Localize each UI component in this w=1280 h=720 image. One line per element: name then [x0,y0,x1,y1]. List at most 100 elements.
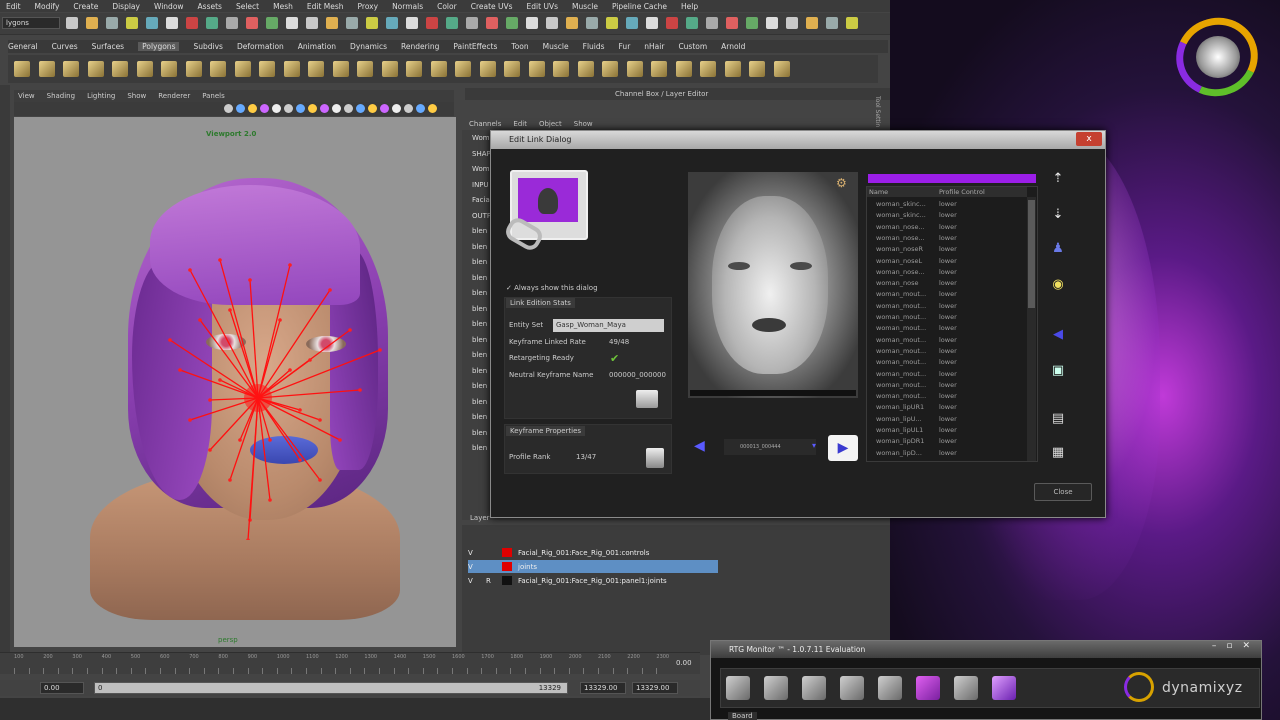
shelf-tab[interactable]: Subdivs [193,42,222,51]
anim-end-field[interactable]: 13329.00 [632,682,678,694]
list-scroll-thumb[interactable] [1028,200,1035,308]
viewport-tool-icon[interactable] [308,104,317,113]
polygon-tool-icon[interactable] [528,61,545,77]
shelf-tab[interactable]: General [8,42,38,51]
list-item[interactable]: woman_skinc... lower [876,211,1026,222]
status-tool-icon[interactable] [426,17,438,29]
list-item[interactable]: woman_mout... lower [876,290,1026,301]
list-item[interactable]: woman_mout... lower [876,336,1026,347]
rig-joint[interactable] [208,398,212,402]
shelf-tab[interactable]: PaintEffects [453,42,497,51]
viewport-tool-icon[interactable] [404,104,413,113]
status-tool-icon[interactable] [826,17,838,29]
video-timebar[interactable] [690,390,856,396]
viewport-tool-icon[interactable] [380,104,389,113]
menu-item[interactable]: Proxy [358,2,379,11]
status-tool-icon[interactable] [126,17,138,29]
range-start-field[interactable]: 0.00 [40,682,84,694]
status-tool-icon[interactable] [226,17,238,29]
status-tool-icon[interactable] [846,17,858,29]
menu-item[interactable]: Pipeline Cache [612,2,667,11]
list-item[interactable]: woman_lipUL1 lower [876,426,1026,437]
rig-joint[interactable] [378,348,382,352]
list-item[interactable]: woman_mout... lower [876,381,1026,392]
rig-joint[interactable] [188,418,192,422]
status-tool-icon[interactable] [646,17,658,29]
channel-menu-item[interactable]: Edit [513,120,527,128]
viewport-menu-item[interactable]: Renderer [158,92,190,100]
rig-joint[interactable] [308,358,312,362]
export-icon[interactable]: ▦ [1044,440,1072,466]
rig-joint[interactable] [188,268,192,272]
rig-joint[interactable] [338,438,342,442]
rig-joint[interactable] [318,418,322,422]
shelf-tab[interactable]: Fur [619,42,631,51]
status-tool-icon[interactable] [606,17,618,29]
status-tool-icon[interactable] [246,17,258,29]
range-slider[interactable]: 0.00 0 13329 13329.00 13329.00 [0,680,700,696]
maximize-button[interactable]: ▫ [1226,641,1232,655]
polygon-tool-icon[interactable] [577,61,594,77]
viewport-tool-icon[interactable] [368,104,377,113]
move-down-icon[interactable]: ⇣ [1044,202,1072,228]
channel-row[interactable]: SHAP [472,150,491,158]
rtg-window-icon[interactable] [878,676,902,700]
menu-item[interactable]: Modify [35,2,60,11]
status-tool-icon[interactable] [806,17,818,29]
shelf-tab[interactable]: Dynamics [350,42,387,51]
minimize-button[interactable]: – [1212,641,1217,655]
rig-root-joint[interactable] [244,384,272,412]
rig-joint[interactable] [288,263,292,267]
status-tool-icon[interactable] [206,17,218,29]
layer-color-swatch[interactable] [502,562,512,571]
channel-row[interactable]: blen [472,227,487,235]
always-show-checkbox[interactable]: ✓ Always show this dialog [506,284,598,292]
rtg-board-tab[interactable]: Board [728,712,757,720]
polygon-tool-icon[interactable] [504,61,520,77]
rig-joint[interactable] [246,538,250,540]
shelf-tab[interactable]: nHair [644,42,664,51]
rtg-project-icon[interactable] [726,676,750,700]
range-bar[interactable]: 0 13329 [94,682,568,694]
viewport-tool-icon[interactable] [344,104,353,113]
status-tool-icon[interactable] [146,17,158,29]
polygon-tool-icon[interactable] [700,61,716,77]
channel-row[interactable]: blen [472,274,487,282]
viewport-menu-item[interactable]: Lighting [87,92,115,100]
polygon-tool-icon[interactable] [161,61,177,77]
polygon-tool-icon[interactable] [553,61,569,77]
menu-item[interactable]: Mesh [273,2,293,11]
rtg-copy-icon[interactable] [802,676,826,700]
status-tool-icon[interactable] [586,17,598,29]
rig-joint[interactable] [268,498,272,502]
arrow-left-icon[interactable]: ◀ [1044,322,1072,348]
layer-color-swatch[interactable] [502,548,512,557]
channel-menu-item[interactable]: Channels [469,120,501,128]
column-profile-control[interactable]: Profile Control [939,188,985,196]
shelf-tab[interactable]: Deformation [237,42,284,51]
polygon-tool-icon[interactable] [332,61,349,77]
shelf-tab[interactable]: Arnold [721,42,745,51]
menu-item[interactable]: Display [112,2,140,11]
channel-row[interactable]: blen [472,305,487,313]
status-tool-icon[interactable] [466,17,478,29]
polygon-tool-icon[interactable] [234,61,251,77]
rig-joint[interactable] [248,278,252,282]
menu-item[interactable]: Assets [198,2,222,11]
status-tool-icon[interactable] [386,17,398,29]
rtg-layer-icon[interactable] [954,676,978,700]
rig-joint[interactable] [278,318,282,322]
channel-row[interactable]: blen [472,320,487,328]
move-up-icon[interactable]: ⇡ [1044,166,1072,192]
set-neutral-button[interactable] [636,390,658,408]
polygon-tool-icon[interactable] [602,61,618,77]
polygon-tool-icon[interactable] [63,61,79,77]
channel-row[interactable]: blen [472,351,487,359]
rig-joint[interactable] [178,368,182,372]
channel-row[interactable]: blen [472,243,487,251]
command-line[interactable] [0,698,710,720]
menu-item[interactable]: Select [236,2,259,11]
shelf-tab[interactable]: Fluids [583,42,605,51]
channel-row[interactable]: blen [472,398,487,406]
rig-joint[interactable] [348,328,352,332]
